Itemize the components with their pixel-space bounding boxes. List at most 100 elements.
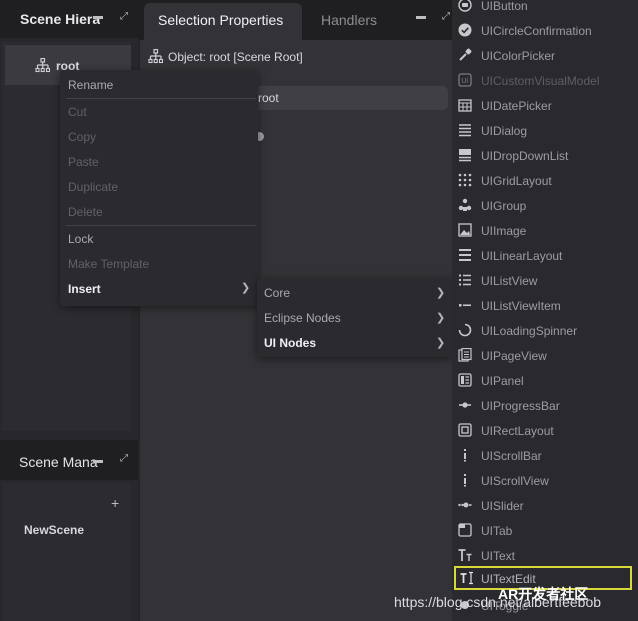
menu-item-paste: Paste	[68, 155, 99, 169]
ui-node-uidialog[interactable]: UIDialog	[452, 118, 638, 143]
ui-node-uidatepicker[interactable]: UIDatePicker	[452, 93, 638, 118]
minimize-icon[interactable]: ▬	[93, 12, 103, 22]
ui-node-uislider[interactable]: UISlider	[452, 493, 638, 518]
menu-divider	[66, 225, 256, 226]
spinner-icon	[458, 323, 472, 337]
minimize-icon[interactable]: ▬	[93, 456, 103, 466]
chevron-right-icon: ❯	[436, 337, 446, 349]
ui-node-uigridlayout[interactable]: UIGridLayout	[452, 168, 638, 193]
node-label: UIPanel	[481, 374, 524, 388]
ui-node-uipanel[interactable]: UIPanel	[452, 368, 638, 393]
ui-node-uiloadingspinner[interactable]: UILoadingSpinner	[452, 318, 638, 343]
tab-icon	[458, 523, 472, 537]
submenu-item-ui-nodes[interactable]: UI Nodes	[264, 336, 316, 350]
ui-node-uicustomvisualmodel[interactable]: Ui UICustomVisualModel	[452, 68, 638, 93]
expand-icon[interactable]: ⤢	[120, 12, 128, 22]
ui-node-uilistview[interactable]: UIListView	[452, 268, 638, 293]
ui-node-uitext[interactable]: UIText	[452, 543, 638, 568]
grid-icon	[458, 173, 472, 187]
menu-item-cut: Cut	[68, 105, 87, 119]
ui-node-uitab[interactable]: UITab	[452, 518, 638, 543]
name-value: root	[258, 91, 279, 105]
hierarchy-icon	[148, 49, 163, 64]
node-label: UIScrollBar	[481, 449, 542, 463]
menu-item-insert[interactable]: Insert	[68, 282, 101, 296]
watermark-overlay: AR开发者社区	[498, 586, 589, 602]
ui-node-uipageview[interactable]: UIPageView	[452, 343, 638, 368]
custom-model-icon: Ui	[458, 73, 472, 87]
insert-submenu: Core ❯ Eclipse Nodes ❯ UI Nodes ❯	[257, 278, 452, 357]
ui-node-uibutton[interactable]: UIButton	[452, 0, 638, 18]
hierarchy-icon	[35, 58, 50, 73]
svg-text:Ui: Ui	[461, 77, 468, 85]
list-item-icon	[459, 304, 471, 307]
ui-node-uiimage[interactable]: UIImage	[452, 218, 638, 243]
ui-node-uicircleconfirmation[interactable]: UICircleConfirmation	[452, 18, 638, 43]
linear-layout-icon	[459, 249, 471, 261]
submenu-item-core[interactable]: Core	[264, 286, 290, 300]
node-label: UIListViewItem	[481, 299, 561, 313]
menu-item-copy: Copy	[68, 130, 97, 144]
scene-manager-title: Scene Mana	[19, 454, 98, 470]
tab-selection-properties[interactable]: Selection Properties	[144, 3, 302, 40]
rect-layout-icon	[458, 423, 472, 437]
ui-node-uicolorpicker[interactable]: UIColorPicker	[452, 43, 638, 68]
node-label: UIImage	[481, 224, 527, 238]
button-icon	[458, 0, 472, 12]
node-label: UITab	[481, 524, 513, 538]
list-icon	[459, 274, 471, 286]
ui-node-uirectlayout[interactable]: UIRectLayout	[452, 418, 638, 443]
node-label: UIText	[481, 549, 516, 563]
add-scene-button[interactable]: +	[111, 495, 119, 511]
minimize-icon[interactable]: ▬	[416, 12, 426, 22]
ui-node-uiprogressbar[interactable]: UIProgressBar	[452, 393, 638, 418]
menu-item-lock[interactable]: Lock	[68, 232, 93, 246]
node-label: UIDialog	[481, 124, 528, 138]
node-label: UIGroup	[481, 199, 527, 213]
menu-divider	[66, 98, 256, 99]
node-label: UILoadingSpinner	[481, 324, 578, 338]
ui-node-uigroup[interactable]: UIGroup	[452, 193, 638, 218]
node-label: UIProgressBar	[481, 399, 560, 413]
panel-icon	[458, 373, 472, 387]
tab-handlers[interactable]: Handlers	[321, 12, 377, 28]
scene-item[interactable]: NewScene	[24, 523, 84, 537]
page-view-icon	[458, 348, 472, 362]
ui-node-uilistviewitem[interactable]: UIListViewItem	[452, 293, 638, 318]
name-field[interactable]: root	[252, 86, 448, 110]
image-icon	[458, 223, 472, 237]
chevron-right-icon: ❯	[436, 287, 446, 299]
node-label: UIButton	[481, 0, 528, 13]
node-label: UISlider	[481, 499, 524, 513]
menu-item-rename[interactable]: Rename	[68, 78, 113, 92]
submenu-item-eclipse-nodes[interactable]: Eclipse Nodes	[264, 311, 341, 325]
scene-manager-list: + NewScene	[2, 483, 131, 621]
node-label: UIDropDownList	[481, 149, 569, 163]
scene-hierarchy-header: Scene Hiera ▬ ⤢	[0, 0, 138, 38]
node-label: UIScrollView	[481, 474, 549, 488]
scene-manager-header: Scene Mana ▬ ⤢	[0, 440, 138, 480]
text-edit-icon	[460, 571, 473, 585]
node-label: UICustomVisualModel	[481, 74, 600, 88]
ui-node-uiscrollview[interactable]: UIScrollView	[452, 468, 638, 493]
ui-node-uilinearlayout[interactable]: UILinearLayout	[452, 243, 638, 268]
slider-icon	[458, 502, 472, 508]
node-label: UIDatePicker	[481, 99, 552, 113]
node-label: UIListView	[481, 274, 538, 288]
expand-icon[interactable]: ⤢	[120, 454, 128, 464]
group-icon	[458, 198, 472, 211]
node-label: UIGridLayout	[481, 174, 552, 188]
node-label: UIPageView	[481, 349, 547, 363]
dropdown-icon	[459, 149, 471, 162]
ui-node-uiscrollbar[interactable]: UIScrollBar	[452, 443, 638, 468]
dialog-icon	[459, 124, 471, 137]
node-label: UILinearLayout	[481, 249, 563, 263]
eyedropper-icon	[459, 48, 472, 61]
expand-icon[interactable]: ⤢	[442, 12, 450, 22]
ui-node-uidropdownlist[interactable]: UIDropDownList	[452, 143, 638, 168]
scroll-view-icon	[464, 474, 466, 487]
node-label: UICircleConfirmation	[481, 24, 592, 38]
node-label: UIRectLayout	[481, 424, 554, 438]
context-menu: Rename Cut Copy Paste Duplicate Delete L…	[60, 70, 258, 306]
chevron-right-icon: ❯	[241, 282, 251, 294]
